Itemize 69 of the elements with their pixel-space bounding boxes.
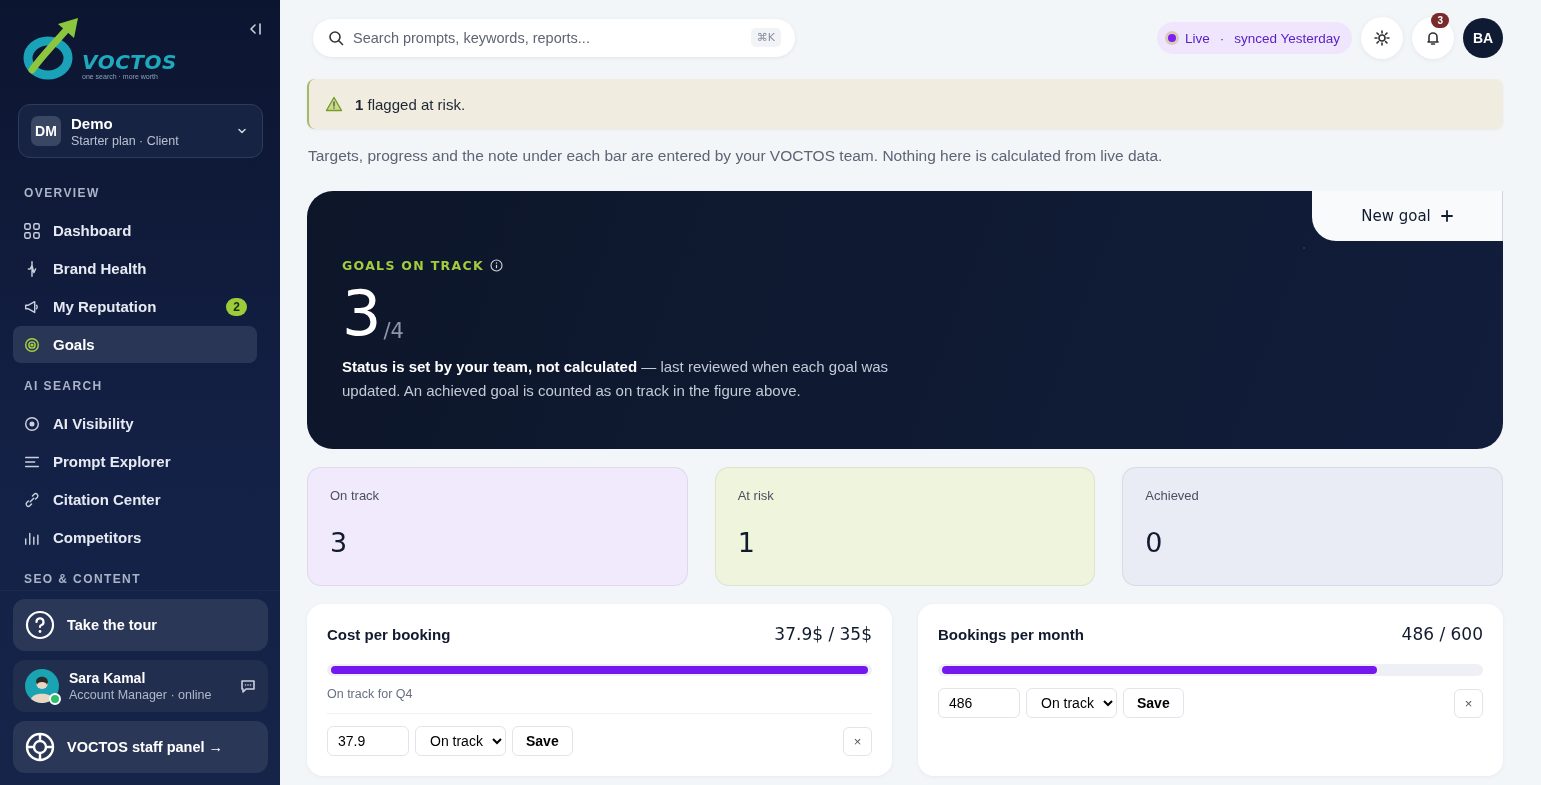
summary-value: 3 <box>342 283 382 345</box>
stat-value: 0 <box>1145 527 1164 558</box>
theme-toggle-button[interactable] <box>1361 17 1403 59</box>
workspace-name: Demo <box>71 114 114 132</box>
collapse-sidebar-icon[interactable] <box>248 22 262 36</box>
count-badge: 2 <box>226 297 247 316</box>
workspace-initials: DM <box>31 116 61 146</box>
bell-icon <box>1425 30 1441 46</box>
grid-icon <box>23 221 41 240</box>
progress-input[interactable]: 37.9 <box>327 726 409 756</box>
link-icon <box>23 490 41 509</box>
nav-item[interactable]: Citation Center <box>13 481 257 518</box>
manager-role: Account Manager · online <box>69 688 213 702</box>
status-dropdown[interactable]: On track <box>1026 688 1117 718</box>
nav-item[interactable]: Dashboard <box>13 212 257 249</box>
person-avatar-icon <box>25 669 59 703</box>
target-icon <box>23 335 41 354</box>
warning-text: 1 flagged at risk. <box>355 95 466 113</box>
save-button[interactable]: Save <box>1123 688 1184 718</box>
summary-description: Status is set by your team, not calculated — last reviewed when each goal was updated. An achieved goal is counted as on track in the figure above. <box>342 357 890 401</box>
nav-item[interactable]: Goals <box>13 326 257 363</box>
remove-button[interactable]: × <box>1454 688 1483 718</box>
nav-item[interactable]: My Reputation 2 <box>13 288 257 325</box>
staff-panel-button[interactable]: VOCTOS staff panel → <box>13 721 268 773</box>
notification-count: 3 <box>1431 13 1449 28</box>
workspace-plan: Starter plan · Client <box>71 133 180 148</box>
nav-section-label: AI SEARCH <box>23 378 104 393</box>
progress-input[interactable]: 486 <box>938 688 1020 718</box>
tour-button[interactable]: Take the tour <box>13 599 268 651</box>
help-icon <box>25 610 55 640</box>
chat-icon[interactable] <box>240 678 256 694</box>
goal-progress-reading: 37.9$ / 35$ <box>774 624 872 644</box>
goal-title: Cost per booking <box>327 625 451 643</box>
lifebuoy-icon <box>25 732 55 762</box>
info-note: Targets, progress and the note under each bar are entered by your VOCTOS team. Nothing here is calculated from live data. <box>308 147 1164 165</box>
remove-button[interactable]: × <box>843 726 872 756</box>
stat-value: 1 <box>737 527 756 558</box>
nav-item[interactable]: Competitors <box>13 519 257 556</box>
stat-label: Achieved <box>1145 488 1200 503</box>
new-goal-button[interactable]: New goal <box>1312 191 1503 241</box>
sync-status-pill: Live · synced Yesterday <box>1156 22 1352 54</box>
shortcut-hint: ⌘K <box>750 28 781 47</box>
warning-icon <box>325 96 343 112</box>
stat-label: At risk <box>737 488 775 503</box>
nav-item[interactable]: AI Visibility <box>13 405 257 442</box>
stat-label: On track <box>330 488 381 503</box>
manager-name: Sara Kamal <box>69 670 147 686</box>
live-indicator-icon <box>1164 31 1179 45</box>
logo-wordmark: VOCTOS <box>82 51 177 73</box>
online-status-dot <box>49 693 61 705</box>
status-dropdown[interactable]: On track <box>415 726 506 756</box>
goal-note: On track for Q4 <box>327 687 872 714</box>
info-icon <box>489 259 503 272</box>
summary-total: /4 <box>383 319 404 343</box>
radio-icon <box>23 414 41 433</box>
goal-progress-reading: 486 / 600 <box>1401 624 1483 644</box>
goal-title: Bookings per month <box>938 625 1084 643</box>
plus-icon <box>1440 210 1453 222</box>
user-avatar[interactable]: BA <box>1463 18 1503 58</box>
stat-value: 3 <box>330 527 349 558</box>
save-button[interactable]: Save <box>512 726 573 756</box>
search-icon <box>328 30 344 46</box>
nav-section-label: OVERVIEW <box>23 185 101 200</box>
nav-item[interactable]: Brand Health <box>13 250 257 287</box>
sun-icon <box>1374 30 1390 46</box>
nav-section-label: SEO & CONTENT <box>23 571 142 586</box>
nav-item[interactable]: Prompt Explorer <box>13 443 257 480</box>
summary-label: GOALS ON TRACK <box>342 258 484 273</box>
account-manager-card[interactable]: Sara Kamal Account Manager · online <box>13 660 268 712</box>
